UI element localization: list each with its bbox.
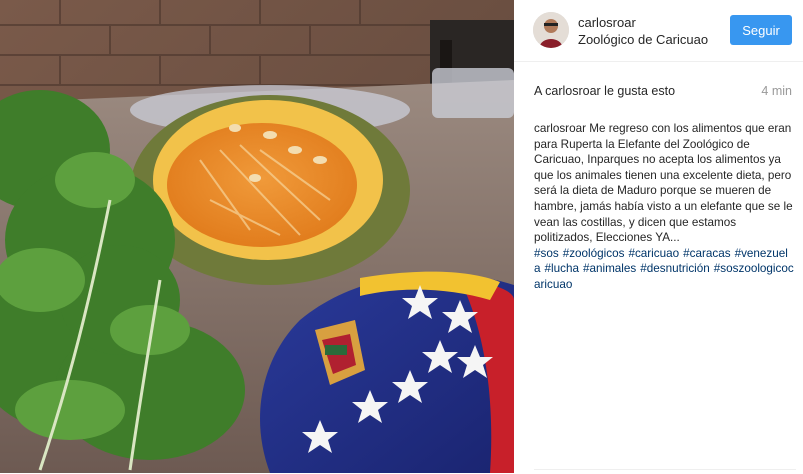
post-photo[interactable] [0, 0, 514, 473]
hashtag-link[interactable]: #desnutrición [640, 262, 710, 275]
hashtag-link[interactable]: #sos [534, 247, 559, 260]
likes-row: A carlosroar le gusta esto 4 min [534, 84, 792, 100]
instagram-post: carlosroar Zoológico de Caricuao Seguir … [0, 0, 803, 473]
hashtag-list: #sos #zoológicos #caricuao #caracas #venezue… [534, 246, 796, 293]
user-avatar[interactable] [533, 12, 569, 48]
caption-text: Me regreso con los alimentos que eran pa… [534, 122, 793, 245]
comment-divider [534, 469, 796, 474]
header-location[interactable]: Zoológico de Caricuao [578, 32, 708, 47]
hashtag-link[interactable]: #caracas [683, 247, 730, 260]
caption-username[interactable]: carlosroar [534, 122, 586, 135]
post-timestamp[interactable]: 4 min [761, 84, 792, 98]
post-caption: carlosroar Me regreso con los alimentos … [534, 121, 796, 293]
hashtag-link[interactable]: #animales [583, 262, 636, 275]
post-image [0, 0, 514, 473]
likes-text[interactable]: A carlosroar le gusta esto [534, 84, 675, 98]
hashtag-link[interactable]: #caricuao [628, 247, 679, 260]
follow-button[interactable]: Seguir [730, 15, 792, 45]
hashtag-link[interactable]: #zoológicos [563, 247, 625, 260]
post-sidebar: carlosroar Zoológico de Caricuao Seguir … [514, 0, 803, 473]
header-username[interactable]: carlosroar [578, 15, 636, 30]
post-header: carlosroar Zoológico de Caricuao Seguir [514, 0, 803, 62]
hashtag-link[interactable]: #lucha [545, 262, 579, 275]
avatar-image [533, 12, 569, 48]
